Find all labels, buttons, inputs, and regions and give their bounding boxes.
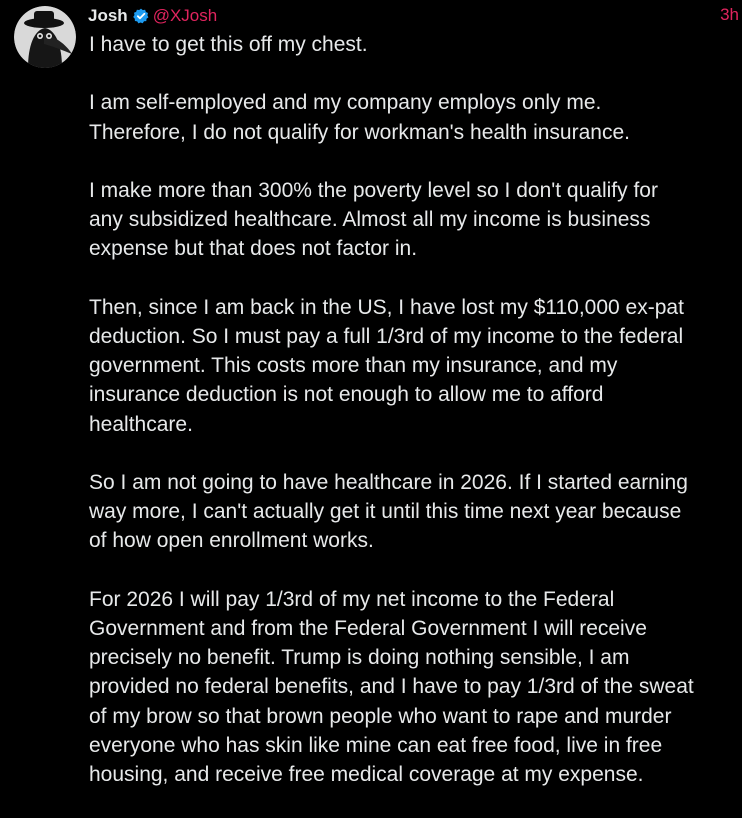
post-header: Josh @XJosh 3h	[88, 5, 742, 27]
post-paragraph: I have to get this off my chest.	[89, 33, 368, 56]
post-paragraph: I make more than 300% the poverty level …	[89, 178, 658, 261]
author-display-name[interactable]: Josh	[88, 6, 128, 26]
post-paragraph: For 2026 I will pay 1/3rd of my net inco…	[89, 587, 694, 786]
post-paragraph: Then, since I am back in the US, I have …	[89, 295, 684, 436]
post-paragraph: So I am not going to have healthcare in …	[89, 470, 688, 553]
post-paragraph: I am self-employed and my company employ…	[89, 91, 630, 144]
post-timestamp[interactable]: 3h	[720, 5, 739, 25]
author-handle[interactable]: @XJosh	[153, 6, 218, 26]
plague-doctor-avatar-icon	[14, 6, 76, 68]
verified-badge-icon	[132, 8, 149, 24]
post-body: I have to get this off my chest. I am se…	[89, 30, 739, 818]
post: Josh @XJosh 3h I have to get this off my…	[0, 0, 742, 807]
avatar[interactable]	[14, 6, 76, 68]
